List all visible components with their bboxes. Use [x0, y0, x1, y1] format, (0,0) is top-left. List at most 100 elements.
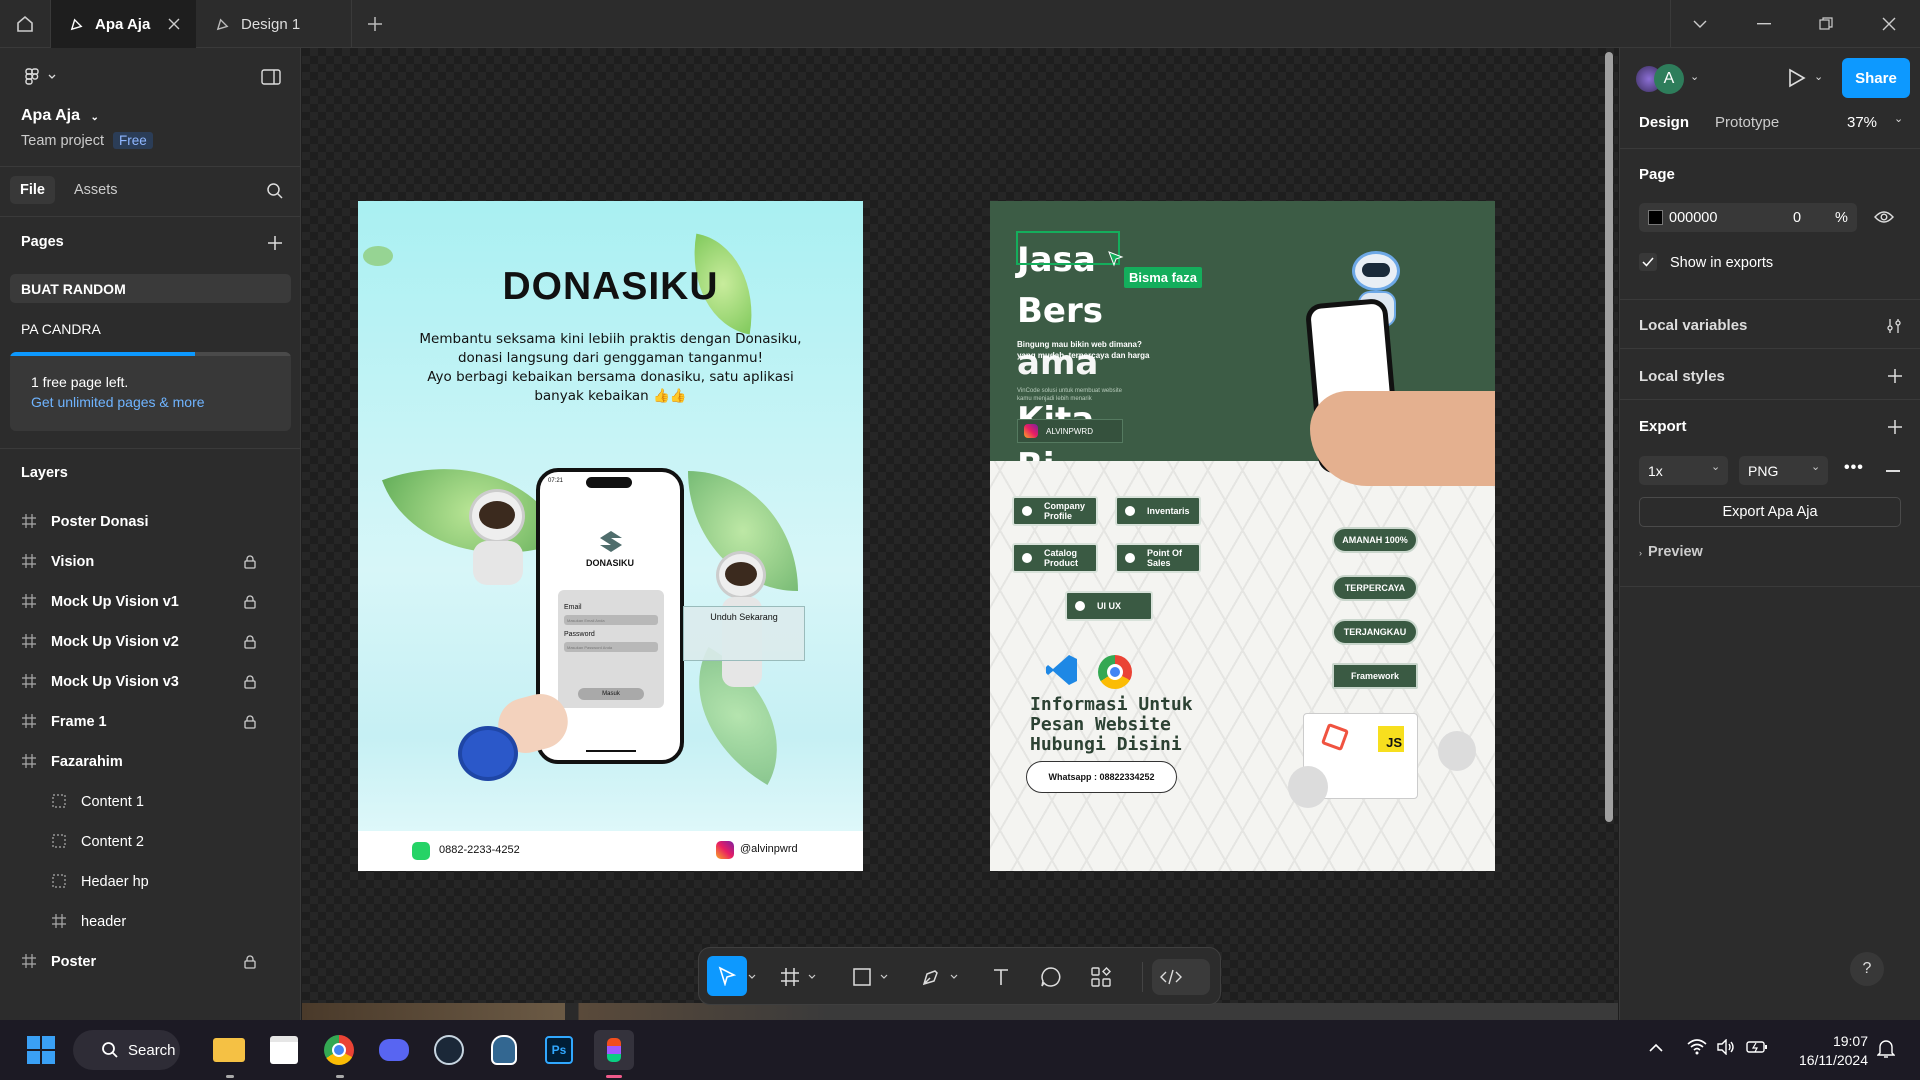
layer-row[interactable]: header	[0, 902, 301, 942]
chevron-down-icon[interactable]: ⌄	[1894, 112, 1903, 125]
local-variables-title[interactable]: Local variables	[1639, 317, 1747, 334]
show-in-exports-checkbox[interactable]	[1639, 253, 1657, 271]
more-options-icon[interactable]: •••	[1844, 459, 1864, 477]
vertical-scrollbar[interactable]	[1605, 52, 1613, 822]
pen-tool-button[interactable]	[916, 962, 946, 992]
postgresql-icon[interactable]	[484, 1030, 524, 1070]
battery-icon[interactable]	[1746, 1040, 1768, 1059]
figma-icon[interactable]	[594, 1030, 634, 1070]
layer-row[interactable]: Poster	[0, 942, 301, 982]
notifications-icon[interactable]	[1876, 1039, 1896, 1064]
present-play-icon[interactable]	[1785, 66, 1809, 90]
figma-menu-icon[interactable]	[20, 66, 60, 88]
eye-icon[interactable]	[1873, 207, 1895, 227]
minimize-icon[interactable]	[1754, 14, 1774, 34]
tab-design[interactable]: Design	[1639, 114, 1689, 131]
layer-row[interactable]: Content 2	[0, 822, 301, 862]
chevron-down-icon[interactable]	[745, 962, 759, 992]
dev-mode-button[interactable]	[1152, 959, 1210, 995]
chevron-down-icon[interactable]	[947, 962, 961, 992]
tab-file[interactable]: File	[10, 176, 55, 204]
volume-icon[interactable]	[1716, 1038, 1736, 1060]
tab-label: Apa Aja	[95, 15, 151, 33]
toggle-sidebar-icon[interactable]	[258, 66, 284, 88]
poster-website[interactable]: Jasa Bers Bisma faza Bingung mau bikin w…	[990, 201, 1495, 871]
clock[interactable]: 19:07 16/11/2024	[1780, 1032, 1868, 1070]
color-swatch[interactable]	[1648, 210, 1663, 225]
lock-icon[interactable]	[244, 675, 256, 693]
layer-row[interactable]: Content 1	[0, 782, 301, 822]
lock-icon[interactable]	[244, 595, 256, 613]
page-opacity-value[interactable]: 0	[1793, 210, 1801, 226]
zoom-level[interactable]: 37%	[1847, 114, 1877, 131]
layer-row[interactable]: Fazarahim	[0, 742, 301, 782]
layer-row[interactable]: Frame 1	[0, 702, 301, 742]
home-icon[interactable]	[12, 12, 38, 36]
frame-tool-button[interactable]	[775, 962, 805, 992]
layer-row[interactable]: Mock Up Vision v2	[0, 622, 301, 662]
chevron-down-icon[interactable]	[877, 962, 891, 992]
chevron-down-icon[interactable]	[805, 962, 819, 992]
file-explorer-icon[interactable]	[209, 1030, 249, 1070]
canvas-bottom-strip	[302, 1003, 1618, 1020]
add-style-icon[interactable]	[1886, 367, 1904, 385]
export-button[interactable]: Export Apa Aja	[1639, 497, 1901, 527]
layer-row[interactable]: Poster Donasi	[0, 502, 301, 542]
share-button[interactable]: Share	[1842, 58, 1910, 98]
tab-prototype[interactable]: Prototype	[1715, 114, 1779, 131]
chevron-down-icon[interactable]: ⌄	[1814, 70, 1823, 83]
page-color-value[interactable]: 000000	[1669, 210, 1717, 226]
project-name[interactable]: Apa Aja ⌄	[21, 107, 99, 125]
discord-icon[interactable]	[374, 1030, 414, 1070]
help-button[interactable]: ?	[1850, 952, 1884, 986]
tab-design-1[interactable]: Design 1	[197, 0, 352, 48]
layer-row[interactable]: Vision	[0, 542, 301, 582]
upgrade-link[interactable]: Get unlimited pages & more	[31, 394, 205, 410]
export-format-select[interactable]: PNG ⌄	[1739, 456, 1828, 485]
lock-icon[interactable]	[244, 555, 256, 573]
page-item-pa-candra[interactable]: PA CANDRA	[21, 321, 101, 337]
remove-export-icon[interactable]	[1886, 470, 1900, 472]
shape-tool-button[interactable]	[847, 962, 877, 992]
close-window-icon[interactable]	[1879, 14, 1899, 34]
export-scale-select[interactable]: 1x ⌄	[1639, 456, 1728, 485]
chevron-down-icon[interactable]	[1690, 14, 1710, 34]
chevron-down-icon[interactable]: ⌄	[1690, 70, 1699, 83]
astronaut-image	[1288, 766, 1328, 808]
restore-icon[interactable]	[1816, 14, 1836, 34]
local-styles-title[interactable]: Local styles	[1639, 368, 1725, 385]
layer-row[interactable]: Mock Up Vision v3	[0, 662, 301, 702]
text-tool-button[interactable]	[986, 962, 1016, 992]
poster-donasi[interactable]: DONASIKU Membantu seksama kini lebiih pr…	[358, 201, 863, 871]
lock-icon[interactable]	[244, 635, 256, 653]
microsoft-store-icon[interactable]	[264, 1030, 304, 1070]
page-item-buat-random[interactable]: BUAT RANDOM	[10, 274, 291, 303]
lock-icon[interactable]	[244, 715, 256, 733]
close-icon[interactable]	[168, 18, 180, 30]
wifi-icon[interactable]	[1687, 1039, 1707, 1060]
photoshop-icon[interactable]: Ps	[539, 1030, 579, 1070]
add-export-icon[interactable]	[1886, 418, 1904, 436]
components-tool-button[interactable]	[1086, 962, 1116, 992]
preview-toggle[interactable]: › Preview	[1639, 544, 1703, 560]
user-avatar[interactable]: A	[1654, 64, 1684, 94]
steam-icon[interactable]	[429, 1030, 469, 1070]
lock-icon[interactable]	[244, 955, 256, 973]
page-fill-field[interactable]: 000000 0 %	[1639, 203, 1857, 232]
tab-assets[interactable]: Assets	[74, 182, 118, 198]
layer-row[interactable]: Mock Up Vision v1	[0, 582, 301, 622]
new-tab-plus-icon[interactable]	[365, 14, 385, 34]
add-page-icon[interactable]	[266, 234, 284, 252]
search-icon[interactable]	[264, 180, 286, 202]
canvas[interactable]: DONASIKU Membantu seksama kini lebiih pr…	[302, 48, 1618, 1020]
move-tool-button[interactable]	[707, 956, 747, 996]
chevron-up-icon[interactable]	[1649, 1040, 1663, 1058]
layer-row[interactable]: Hedaer hp	[0, 862, 301, 902]
chrome-icon[interactable]	[319, 1030, 359, 1070]
variables-settings-icon[interactable]	[1884, 316, 1904, 336]
taskbar-search[interactable]: Search	[73, 1030, 180, 1070]
check-icon	[1022, 553, 1032, 563]
tab-apa-aja[interactable]: Apa Aja	[51, 0, 196, 48]
windows-start-icon[interactable]	[21, 1030, 61, 1070]
comment-tool-button[interactable]	[1036, 962, 1066, 992]
